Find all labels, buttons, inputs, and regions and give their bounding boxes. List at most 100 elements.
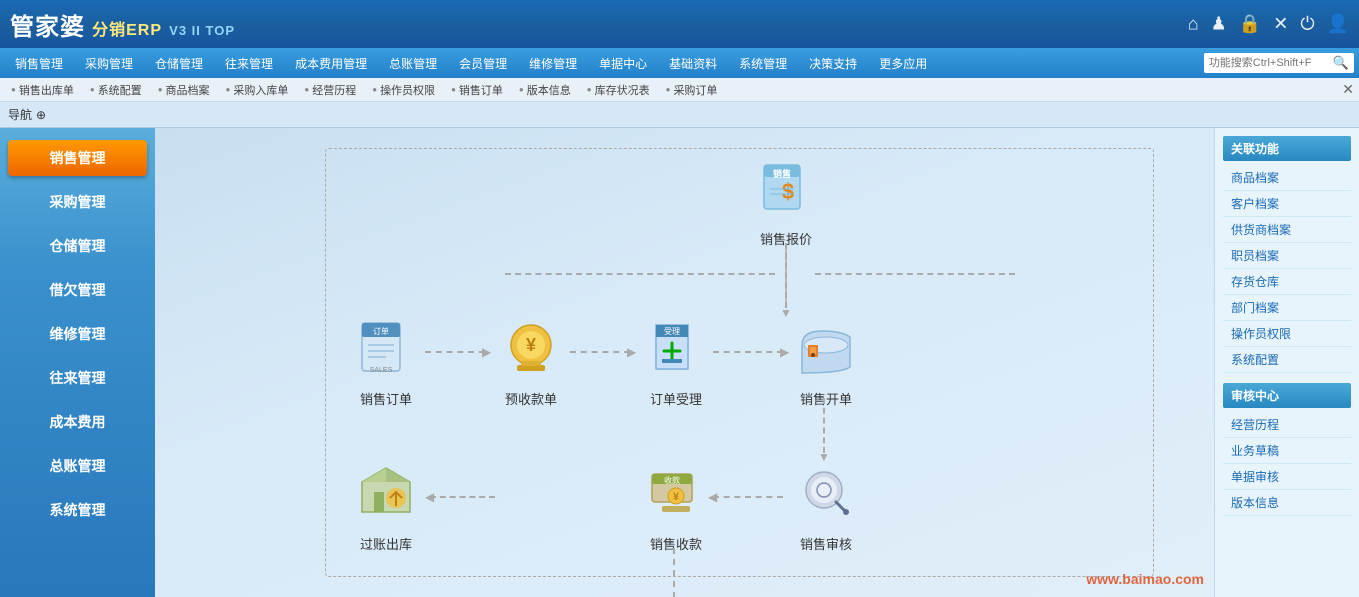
sidebar-item-warehouse[interactable]: 仓储管理 [8,228,147,264]
arrow-h5-head: ◀ [425,490,434,504]
link-draft[interactable]: 业务草稿 [1223,438,1351,464]
sidebar-item-debt[interactable]: 借欠管理 [8,272,147,308]
outstock-icon [350,458,422,530]
tab-sales-order[interactable]: 销售订单 [445,80,509,100]
related-title: 关联功能 [1223,136,1351,161]
search-box[interactable]: 🔍 [1204,53,1354,73]
prepay-icon: ¥ [495,313,567,385]
link-voucher-audit[interactable]: 单据审核 [1223,464,1351,490]
arrow-h2-head: ▶ [627,345,636,359]
flow-order[interactable]: 订单 SALES 销售订单 [350,313,422,408]
sidebar-item-cost[interactable]: 成本费用 [8,404,147,440]
audit-section: 审核中心 经营历程 业务草稿 单据审核 版本信息 [1223,383,1351,516]
flow-prepay[interactable]: ¥ 预收款单 [495,313,567,408]
nav-item-member[interactable]: 会员管理 [449,51,517,76]
link-supplier[interactable]: 供货商档案 [1223,217,1351,243]
audit-icon [790,458,862,530]
flow-outstock[interactable]: 过账出库 [350,458,422,553]
flow-quote[interactable]: 销售 $ 销售报价 [750,153,822,248]
left-sidebar: 销售管理 采购管理 仓储管理 借欠管理 维修管理 往来管理 成本费用 总账管理 … [0,128,155,597]
svg-text:¥: ¥ [673,491,680,503]
search-input[interactable] [1209,57,1329,69]
sidebar-item-purchase[interactable]: 采购管理 [8,184,147,220]
tab-sys-config[interactable]: 系统配置 [84,80,148,100]
logo: 管家婆 分销ERP V3 II TOP [10,7,235,42]
tab-product[interactable]: 商品档案 [152,80,216,100]
tab-purchase-order[interactable]: 采购订单 [660,80,724,100]
order-icon: 订单 SALES [350,313,422,385]
sidebar-item-sales[interactable]: 销售管理 [8,140,147,176]
nav-menu: 销售管理 采购管理 仓储管理 往来管理 成本费用管理 总账管理 会员管理 维修管… [0,48,1359,78]
search-icon[interactable]: 🔍 [1333,55,1349,71]
nav-label: 导航 [8,106,32,123]
tab-purchase-in[interactable]: 采购入库单 [220,80,295,100]
power-icon[interactable]: ⏻ [1300,14,1314,35]
nav-item-ledger[interactable]: 总账管理 [379,51,447,76]
audit-title: 审核中心 [1223,383,1351,408]
content-area: 销售 $ 销售报价 ▼ 订单 [155,128,1214,597]
tab-operator[interactable]: 操作员权限 [366,80,441,100]
sidebar-item-ledger[interactable]: 总账管理 [8,448,147,484]
tabs-close-button[interactable]: ✕ [1342,81,1354,98]
svg-text:¥: ¥ [526,335,536,355]
link-version[interactable]: 版本信息 [1223,490,1351,516]
person-icon[interactable]: ♟ [1211,14,1227,35]
close-icon[interactable]: ✕ [1273,14,1288,35]
nav-item-transactions[interactable]: 往来管理 [215,51,283,76]
flow-open[interactable]: 销售开单 [790,313,862,408]
sidebar-item-system[interactable]: 系统管理 [8,492,147,528]
flow-collect[interactable]: 收款 ¥ 销售收款 [640,458,712,553]
logo-version: V3 II TOP [169,23,235,38]
link-warehouse[interactable]: 存货仓库 [1223,269,1351,295]
arrow-open-down [823,398,825,453]
header: 管家婆 分销ERP V3 II TOP ⌂ ♟ 🔒 ✕ ⏻ 👤 [0,0,1359,48]
arrow-collect-outstock [430,496,495,498]
nav-item-system[interactable]: 系统管理 [729,51,797,76]
lock-icon[interactable]: 🔒 [1239,14,1261,35]
quote-icon: 销售 $ [750,153,822,225]
home-icon[interactable]: ⌂ [1188,14,1199,35]
nav-label-close[interactable]: ⊕ [36,108,46,122]
nav-item-more[interactable]: 更多应用 [869,51,937,76]
sidebar-item-repair[interactable]: 维修管理 [8,316,147,352]
svg-text:SALES: SALES [370,367,393,374]
link-customer[interactable]: 客户档案 [1223,191,1351,217]
tab-history[interactable]: 经营历程 [298,80,362,100]
user-icon[interactable]: 👤 [1327,14,1349,35]
nav-item-cost[interactable]: 成本费用管理 [285,51,377,76]
svg-text:$: $ [782,179,794,204]
arrow-receipt-open [713,351,783,353]
arrow-audit-collect [713,496,783,498]
nav-item-voucher[interactable]: 单据中心 [589,51,657,76]
outstock-label: 过账出库 [360,534,412,553]
svg-text:收款: 收款 [664,475,680,485]
header-icons: ⌂ ♟ 🔒 ✕ ⏻ 👤 [1188,14,1349,35]
sidebar-item-transactions[interactable]: 往来管理 [8,360,147,396]
nav-item-decision[interactable]: 决策支持 [799,51,867,76]
nav-item-repair[interactable]: 维修管理 [519,51,587,76]
tab-stock[interactable]: 库存状况表 [581,80,656,100]
link-biz-history[interactable]: 经营历程 [1223,412,1351,438]
nav-label-row: 导航 ⊕ [0,102,1359,128]
tab-version[interactable]: 版本信息 [513,80,577,100]
nav-item-basic[interactable]: 基础资料 [659,51,727,76]
open-icon [790,313,862,385]
arrow-h1-head: ▶ [482,345,491,359]
nav-item-warehouse[interactable]: 仓储管理 [145,51,213,76]
arrow-quote-right [815,273,1015,275]
flow-receipt[interactable]: 受理 订单受理 [640,313,712,408]
receipt-label: 订单受理 [650,389,702,408]
link-product[interactable]: 商品档案 [1223,165,1351,191]
prepay-label: 预收款单 [505,389,557,408]
link-sys-config[interactable]: 系统配置 [1223,347,1351,373]
nav-item-purchase[interactable]: 采购管理 [75,51,143,76]
right-panel: 关联功能 商品档案 客户档案 供货商档案 职员档案 存货仓库 部门档案 操作员权… [1214,128,1359,597]
link-staff[interactable]: 职员档案 [1223,243,1351,269]
link-operator[interactable]: 操作员权限 [1223,321,1351,347]
flow-audit[interactable]: 销售审核 [790,458,862,553]
watermark: www.baimao.com [1086,571,1204,587]
nav-item-sales[interactable]: 销售管理 [5,51,73,76]
link-department[interactable]: 部门档案 [1223,295,1351,321]
tab-sales-out[interactable]: 销售出库单 [5,80,80,100]
collect-label: 销售收款 [650,534,702,553]
